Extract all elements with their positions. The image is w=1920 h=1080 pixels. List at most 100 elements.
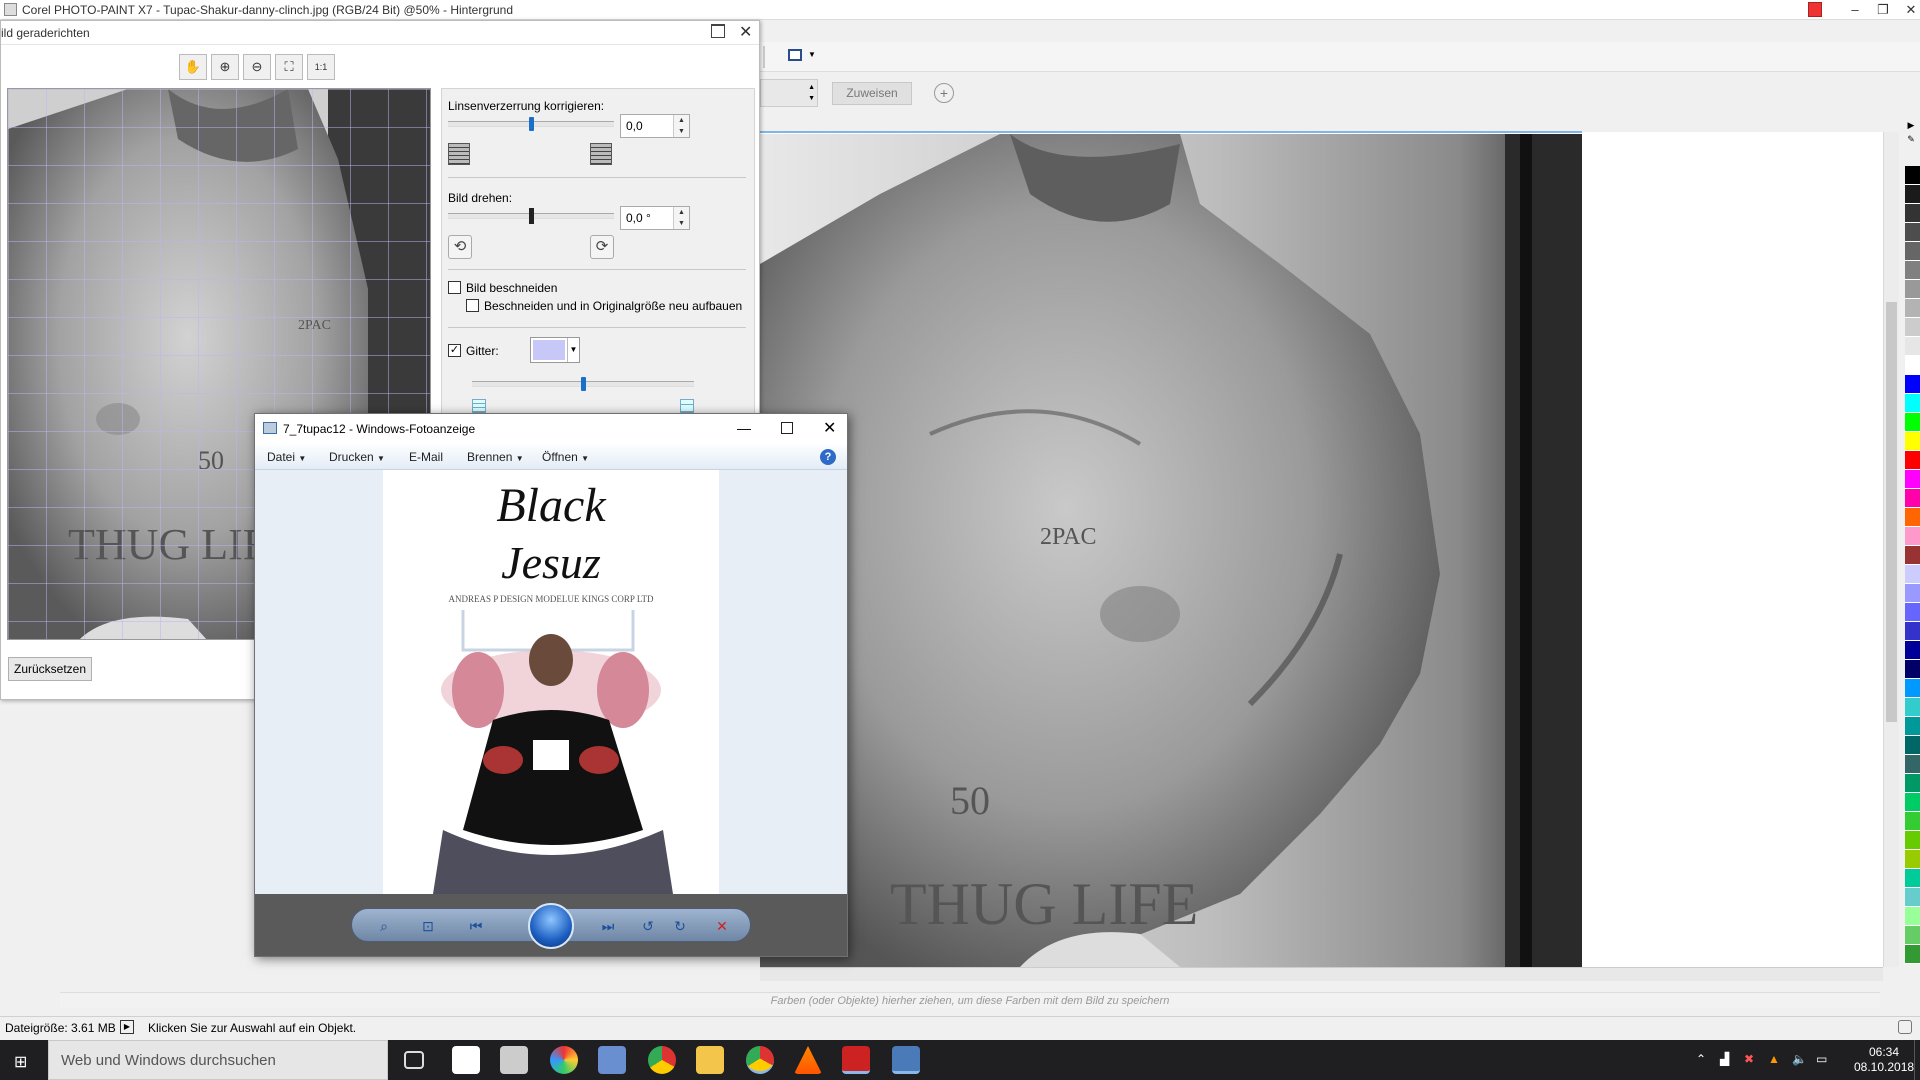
menu-print[interactable]: Drucken ▼ (329, 450, 385, 464)
palette-swatch[interactable] (1905, 907, 1920, 926)
help-icon[interactable]: ? (820, 449, 836, 465)
lens-slider-thumb[interactable] (529, 117, 534, 131)
viewer-close-icon[interactable]: ✕ (823, 418, 836, 438)
palette-swatch[interactable] (1905, 394, 1920, 413)
taskbar-search-input[interactable]: Web und Windows durchsuchen (48, 1040, 388, 1080)
rotate-left-icon[interactable]: ⟲ (448, 235, 472, 259)
crop-image-checkbox[interactable] (448, 281, 461, 294)
viewer-minimize-icon[interactable]: — (737, 420, 751, 436)
palette-swatch[interactable] (1905, 622, 1920, 641)
chrome-icon[interactable] (648, 1046, 676, 1074)
palette-swatch[interactable] (1905, 413, 1920, 432)
warning-icon[interactable]: ✖ (1744, 1052, 1754, 1066)
lens-distortion-slider[interactable] (448, 117, 614, 131)
hand-tool-icon[interactable]: ✋ (179, 54, 207, 80)
palette-swatch[interactable] (1905, 489, 1920, 508)
palette-swatch[interactable] (1905, 223, 1920, 242)
store-icon[interactable] (452, 1046, 480, 1074)
file-manager-icon[interactable] (500, 1046, 528, 1074)
palette-swatch[interactable] (1905, 888, 1920, 907)
zoom-in-icon[interactable]: ⊕ (211, 54, 239, 80)
crop-resize-checkbox[interactable] (466, 299, 479, 312)
palette-swatch[interactable] (1905, 546, 1920, 565)
menu-email[interactable]: E-Mail (409, 450, 443, 464)
grid-size-slider[interactable] (472, 377, 694, 391)
palette-swatch[interactable] (1905, 280, 1920, 299)
palette-swatch[interactable] (1905, 850, 1920, 869)
palette-swatch[interactable] (1905, 337, 1920, 356)
palette-swatch[interactable] (1905, 470, 1920, 489)
rotate-right-icon[interactable]: ⟳ (590, 235, 614, 259)
display-mode-icon[interactable] (788, 49, 802, 61)
reset-button[interactable]: Zurücksetzen (8, 657, 92, 681)
palette-swatch[interactable] (1905, 166, 1920, 185)
palette-swatch[interactable] (1905, 527, 1920, 546)
rotate-image-slider[interactable] (448, 208, 614, 224)
chevron-up-icon[interactable]: ⌃ (1696, 1052, 1706, 1066)
palette-swatch[interactable] (1905, 204, 1920, 223)
rotate-counterclockwise-icon[interactable]: ↺ (636, 916, 660, 936)
menu-burn[interactable]: Brennen ▼ (467, 450, 524, 464)
grid-checkbox[interactable]: ✓ (448, 344, 461, 357)
restore-button[interactable]: ❐ (1870, 0, 1896, 20)
spin-arrows-icon[interactable]: ▲ ▼ (808, 82, 815, 104)
folder-icon[interactable] (696, 1046, 724, 1074)
palette-swatch[interactable] (1905, 641, 1920, 660)
status-settings-icon[interactable] (1898, 1020, 1912, 1034)
close-button[interactable]: ✕ (1898, 0, 1920, 20)
palette-swatch[interactable] (1905, 717, 1920, 736)
grid-color-picker[interactable]: ▼ (530, 337, 580, 363)
clock[interactable]: 06:34 08.10.2018 (1854, 1045, 1914, 1075)
vlc-icon[interactable] (794, 1046, 822, 1074)
play-icon[interactable]: ▶ (120, 1020, 134, 1034)
chrome-active-icon[interactable] (746, 1046, 774, 1074)
palette-swatch[interactable] (1905, 831, 1920, 850)
spin-arrows-icon[interactable]: ▲ ▼ (673, 207, 689, 229)
palette-swatch[interactable] (1905, 698, 1920, 717)
photo-viewer-taskbar-icon[interactable] (892, 1046, 920, 1074)
dialog-close-icon[interactable]: ✕ (739, 22, 752, 42)
palette-swatch[interactable] (1905, 736, 1920, 755)
palette-swatch[interactable] (1905, 565, 1920, 584)
panel-arrows[interactable]: ▶ ✎ (1902, 118, 1920, 158)
zoom-100-icon[interactable]: 1:1 (307, 54, 335, 80)
minimize-button[interactable]: – (1842, 0, 1868, 20)
vertical-scrollbar[interactable] (1883, 132, 1899, 967)
task-view-icon[interactable] (404, 1051, 424, 1069)
palette-swatch[interactable] (1905, 432, 1920, 451)
rotate-slider-thumb[interactable] (529, 208, 534, 224)
next-icon[interactable]: ⏭ (596, 916, 620, 936)
user-icon[interactable] (1808, 2, 1822, 17)
toolbar-spin-field[interactable]: ▲ ▼ (760, 79, 818, 107)
assign-button[interactable]: Zuweisen (832, 82, 912, 105)
palette-swatch[interactable] (1905, 375, 1920, 394)
previous-icon[interactable]: ⏮ (464, 916, 488, 936)
palette-swatch[interactable] (1905, 945, 1920, 964)
palette-swatch[interactable] (1905, 603, 1920, 622)
corel-photopaint-icon[interactable] (842, 1046, 870, 1074)
spin-arrows-icon[interactable]: ▲ ▼ (673, 115, 689, 137)
palette-swatch[interactable] (1905, 508, 1920, 527)
delete-icon[interactable]: ✕ (710, 916, 734, 936)
color-app-icon[interactable] (550, 1046, 578, 1074)
volume-icon[interactable]: 🔈 (1792, 1052, 1807, 1066)
add-icon[interactable]: + (934, 83, 954, 103)
viewer-maximize-icon[interactable] (781, 422, 793, 434)
palette-swatch[interactable] (1905, 660, 1920, 679)
lens-distortion-field[interactable]: 0,0 ▲ ▼ (620, 114, 690, 138)
menu-open[interactable]: Öffnen ▼ (542, 450, 589, 464)
palette-swatch[interactable] (1905, 774, 1920, 793)
palette-swatch[interactable] (1905, 318, 1920, 337)
network-icon[interactable]: ▟ (1720, 1052, 1729, 1066)
palette-swatch[interactable] (1905, 869, 1920, 888)
horizontal-scrollbar[interactable] (760, 967, 1883, 981)
color-palette[interactable] (1905, 166, 1920, 976)
palette-swatch[interactable] (1905, 679, 1920, 698)
grid-slider-thumb[interactable] (581, 377, 586, 391)
chevron-down-icon[interactable]: ▼ (567, 338, 579, 362)
show-desktop-button[interactable] (1914, 1040, 1920, 1080)
vlc-tray-icon[interactable]: ▲ (1768, 1052, 1780, 1066)
keyboard-icon[interactable]: ▭ (1816, 1052, 1827, 1066)
zoom-fit-icon[interactable]: ⛶ (275, 54, 303, 80)
zoom-icon[interactable]: ⌕ (372, 916, 396, 936)
